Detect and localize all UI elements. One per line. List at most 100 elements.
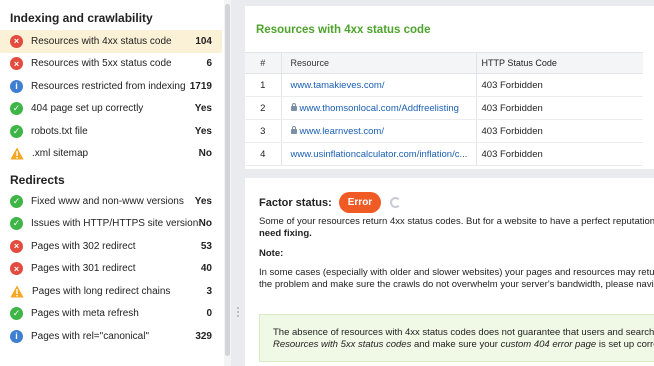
column-header-status[interactable]: HTTP Status Code <box>476 52 643 74</box>
status-code-cell: 403 Forbidden <box>476 142 643 166</box>
sidebar-item-value: No <box>198 218 212 230</box>
factor-description: Some of your resources return 4xx status… <box>245 216 654 240</box>
sidebar-item[interactable]: i Pages with rel="canonical" 329 <box>0 325 222 348</box>
sidebar-item[interactable]: ✓ 404 page set up correctly Yes <box>0 98 222 121</box>
table-row[interactable]: 2 www.thomsonlocal.com/Addfreelisting 403 … <box>245 96 643 120</box>
check-icon: ✓ <box>10 194 23 208</box>
resource-cell: www.learnvest.com/ <box>280 119 477 143</box>
resources-table: # Resource HTTP Status Code 1 www.tamakie… <box>245 52 643 166</box>
sidebar-item-value: 329 <box>195 330 212 342</box>
sidebar-item-value: 6 <box>206 58 212 70</box>
sidebar-item-label: Pages with 302 redirect <box>31 240 136 252</box>
warning-icon <box>10 147 24 160</box>
sidebar-item-label: Pages with rel="canonical" <box>31 330 149 342</box>
refresh-icon[interactable] <box>390 197 402 208</box>
lock-icon <box>290 102 297 111</box>
sidebar-item-label: Fixed www and non-www versions <box>31 195 184 207</box>
sidebar: Indexing and crawlability × Resources wit… <box>0 0 231 366</box>
check-icon: ✓ <box>10 102 23 116</box>
resource-link[interactable]: www.thomsonlocal.com/Addfreelisting <box>300 103 459 114</box>
sidebar-item[interactable]: × Pages with 302 redirect 53 <box>0 235 222 258</box>
status-code-cell: 403 Forbidden <box>476 96 643 120</box>
sidebar-item-label: Resources with 5xx status code <box>31 58 172 70</box>
resource-link[interactable]: www.tamakieves.com/ <box>291 80 385 91</box>
sidebar-item-value: 0 <box>206 308 212 320</box>
redirects-list: ✓ Fixed www and non-www versions Yes ✓ Issue… <box>0 190 230 348</box>
description-bold-text: need fixing. <box>259 228 312 239</box>
resource-link[interactable]: www.usinflationcalculator.com/inflation/… <box>291 149 468 160</box>
sidebar-item[interactable]: × Resources with 5xx status code 6 <box>0 53 222 76</box>
factor-status-label: Factor status: <box>259 196 332 209</box>
column-header-number[interactable]: # <box>245 52 281 74</box>
error-badge: Error <box>338 192 382 213</box>
column-header-resource[interactable]: Resource <box>280 52 477 74</box>
error-icon: × <box>10 34 23 48</box>
note-line: the problem and make sure the crawls do … <box>259 279 654 290</box>
splitter-grip-handle[interactable] <box>236 307 240 319</box>
resource-link[interactable]: www.learnvest.com/ <box>300 126 384 137</box>
sidebar-item[interactable]: ✓ Fixed www and non-www versions Yes <box>0 190 222 213</box>
sidebar-item[interactable]: i Resources restricted from indexing 1719 <box>0 75 222 98</box>
sidebar-item-label: Pages with meta refresh <box>31 308 139 320</box>
sidebar-item-value: 1719 <box>189 80 212 92</box>
lock-icon <box>290 125 297 134</box>
resources-title: Resources with 4xx status code <box>256 24 431 36</box>
sidebar-item-label: Issues with HTTP/HTTPS site versions <box>31 218 199 230</box>
sidebar-item-value: 3 <box>206 285 212 297</box>
sidebar-item-value: 40 <box>200 263 212 275</box>
check-icon: ✓ <box>10 217 23 231</box>
table-row[interactable]: 4 www.usinflationcalculator.com/inflation… <box>245 142 643 166</box>
indexing-list: × Resources with 4xx status code 104 × Resou… <box>0 30 230 165</box>
warning-icon <box>10 285 24 298</box>
sidebar-item-label: Pages with 301 redirect <box>31 263 136 275</box>
row-number: 4 <box>245 142 281 166</box>
sidebar-item[interactable]: ✓ Pages with meta refresh 0 <box>0 303 222 326</box>
error-icon: × <box>10 239 23 253</box>
sidebar-item-value: Yes <box>194 195 212 207</box>
row-number: 3 <box>245 119 281 143</box>
status-code-cell: 403 Forbidden <box>476 119 643 143</box>
description-line: Some of your resources return 4xx status… <box>259 216 654 227</box>
tip-link-5xx[interactable]: Resources with 5xx status codes <box>273 339 411 350</box>
table-header-row: # Resource HTTP Status Code <box>245 52 643 74</box>
sidebar-item-label: Resources restricted from indexing <box>31 80 186 92</box>
note-title: Note: <box>259 248 284 259</box>
error-icon: × <box>10 57 23 71</box>
status-code-cell: 403 Forbidden <box>476 73 643 97</box>
indexing-section-title: Indexing and crawlability <box>10 11 153 25</box>
sidebar-item-label: .xml sitemap <box>32 148 89 160</box>
sidebar-item[interactable]: .xml sitemap No <box>0 143 222 166</box>
row-number: 2 <box>245 96 281 120</box>
info-icon: i <box>10 329 23 343</box>
sidebar-item-value: 53 <box>200 240 212 252</box>
resource-cell: www.usinflationcalculator.com/inflation/… <box>280 142 477 166</box>
sidebar-item[interactable]: × Pages with 301 redirect 40 <box>0 258 222 281</box>
tip-line: Resources with 5xx status codes and make… <box>273 339 654 350</box>
tip-line: The absence of resources with 4xx status… <box>273 327 654 338</box>
sidebar-item-label: robots.txt file <box>31 125 88 137</box>
sidebar-item-value: Yes <box>194 103 212 115</box>
sidebar-item[interactable]: ✓ Issues with HTTP/HTTPS site versions No <box>0 213 222 236</box>
check-icon: ✓ <box>10 124 23 138</box>
tip-box: The absence of resources with 4xx status… <box>259 314 654 362</box>
row-number: 1 <box>245 73 281 97</box>
sidebar-item[interactable]: × Resources with 4xx status code 104 <box>0 30 222 53</box>
sidebar-item[interactable]: Pages with long redirect chains 3 <box>0 280 222 303</box>
resources-panel: Resources with 4xx status code # Resourc… <box>245 6 654 169</box>
table-row[interactable]: 1 www.tamakieves.com/403 Forbidden <box>245 73 643 97</box>
sidebar-item-value: 104 <box>195 35 212 47</box>
table-row[interactable]: 3 www.learnvest.com/403 Forbidden <box>245 119 643 143</box>
resources-table-body: 1 www.tamakieves.com/403 Forbidden 2 www.th… <box>245 73 643 166</box>
sidebar-item[interactable]: ✓ robots.txt file Yes <box>0 120 222 143</box>
sidebar-scrollbar[interactable] <box>225 4 230 356</box>
tip-link-404[interactable]: custom 404 error page <box>501 339 597 350</box>
resource-cell: www.tamakieves.com/ <box>280 73 477 97</box>
note-line: In some cases (especially with older and… <box>259 267 654 278</box>
redirects-section-title: Redirects <box>10 173 65 187</box>
info-icon: i <box>10 79 23 93</box>
sidebar-item-value: No <box>198 148 212 160</box>
sidebar-item-label: Pages with long redirect chains <box>32 285 171 297</box>
sidebar-item-label: 404 page set up correctly <box>31 103 144 115</box>
error-icon: × <box>10 262 23 276</box>
resource-cell: www.thomsonlocal.com/Addfreelisting <box>280 96 477 120</box>
